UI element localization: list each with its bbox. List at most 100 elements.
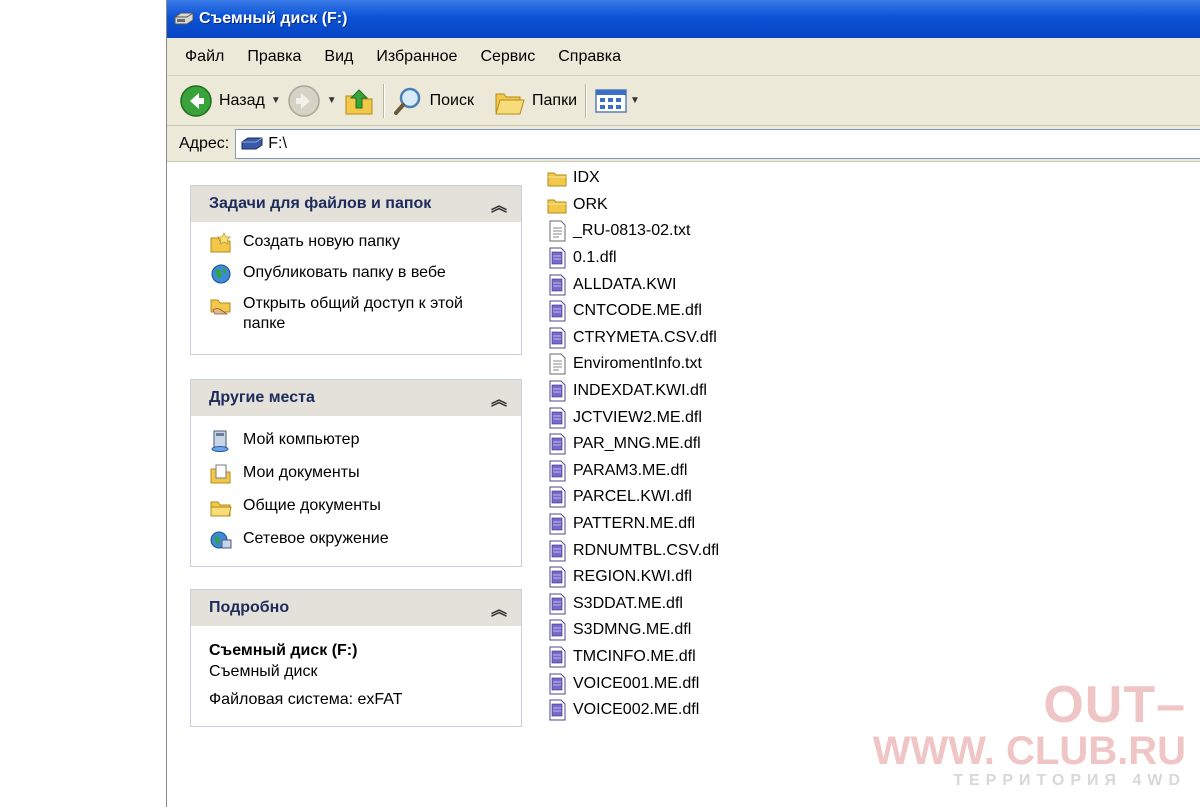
place-network-label: Сетевое окружение — [243, 530, 389, 547]
place-shared-documents[interactable]: Общие документы — [209, 496, 509, 518]
place-my-computer[interactable]: Мой компьютер — [209, 430, 509, 452]
file-name: CNTCODE.ME.dfl — [573, 302, 702, 320]
menu-file[interactable]: Файл — [185, 48, 224, 66]
dfl-file-icon — [549, 646, 566, 668]
file-item[interactable]: S3DMNG.ME.dfl — [547, 617, 719, 644]
file-item[interactable]: CTRYMETA.CSV.dfl — [547, 325, 719, 352]
file-name: PARAM3.ME.dfl — [573, 461, 688, 479]
address-field[interactable]: F:\ — [235, 128, 1200, 159]
search-button[interactable]: Поиск — [392, 85, 474, 117]
task-share-folder[interactable]: Открыть общий доступ к этой папке — [209, 294, 509, 334]
toolbar-separator — [585, 83, 586, 118]
place-my-computer-label: Мой компьютер — [243, 431, 360, 448]
views-icon — [595, 88, 627, 113]
place-my-documents[interactable]: Мои документы — [209, 463, 509, 485]
file-item[interactable]: PATTERN.ME.dfl — [547, 511, 719, 538]
file-name: S3DMNG.ME.dfl — [573, 621, 692, 639]
dfl-file-icon — [549, 327, 566, 349]
file-item[interactable]: INDEXDAT.KWI.dfl — [547, 378, 719, 405]
file-tasks-header[interactable]: Задачи для файлов и папок ︽ — [191, 186, 521, 222]
file-name: PAR_MNG.ME.dfl — [573, 435, 701, 453]
place-my-documents-label: Мои документы — [243, 464, 360, 481]
folder-item[interactable]: ORK — [547, 192, 719, 219]
file-name: VOICE001.ME.dfl — [573, 674, 700, 692]
collapse-chevron-icon[interactable]: ︽ — [491, 386, 507, 410]
dfl-file-icon — [549, 593, 566, 615]
file-item[interactable]: RDNUMTBL.CSV.dfl — [547, 537, 719, 564]
views-dropdown-icon: ▼ — [630, 95, 640, 106]
task-publish-web[interactable]: Опубликовать папку в вебе — [209, 263, 509, 285]
dfl-file-icon — [549, 699, 566, 721]
file-item[interactable]: VOICE001.ME.dfl — [547, 670, 719, 697]
back-label: Назад — [219, 91, 265, 109]
menu-bar: Файл Правка Вид Избранное Сервис Справка — [167, 38, 1200, 76]
globe-icon — [211, 264, 231, 284]
menu-tools[interactable]: Сервис — [480, 48, 535, 66]
menu-edit[interactable]: Правка — [247, 48, 301, 66]
details-filesystem: Файловая система: exFAT — [209, 691, 403, 708]
up-button[interactable] — [343, 84, 375, 118]
menu-help[interactable]: Справка — [558, 48, 621, 66]
forward-dropdown-icon[interactable]: ▼ — [327, 95, 337, 106]
file-name: ORK — [573, 195, 608, 213]
file-item[interactable]: S3DDAT.ME.dfl — [547, 591, 719, 618]
search-icon — [393, 87, 420, 115]
dfl-file-icon — [549, 673, 566, 695]
menu-favorites[interactable]: Избранное — [376, 48, 457, 66]
text-file-icon — [549, 353, 566, 375]
share-folder-icon — [210, 299, 231, 315]
folder-icon — [547, 199, 567, 214]
file-item[interactable]: PARAM3.ME.dfl — [547, 458, 719, 485]
forward-button[interactable] — [287, 84, 321, 118]
other-places-header[interactable]: Другие места ︽ — [191, 380, 521, 416]
file-name: VOICE002.ME.dfl — [573, 701, 700, 719]
file-item[interactable]: TMCINFO.ME.dfl — [547, 644, 719, 671]
collapse-chevron-icon[interactable]: ︽ — [491, 596, 507, 620]
views-button[interactable]: ▼ — [594, 87, 646, 115]
details-header[interactable]: Подробно ︽ — [191, 590, 521, 626]
place-network[interactable]: Сетевое окружение — [209, 529, 509, 551]
dfl-file-icon — [549, 247, 566, 269]
watermark: OUT– WWW. CLUB.RU ТЕРРИТОРИЯ 4WD — [873, 679, 1186, 789]
task-share-folder-label: Открыть общий доступ к этой папке — [243, 295, 463, 332]
file-item[interactable]: _RU-0813-02.txt — [547, 218, 719, 245]
file-name: INDEXDAT.KWI.dfl — [573, 382, 707, 400]
window-title: Съемный диск (F:) — [199, 10, 348, 27]
back-dropdown-icon[interactable]: ▼ — [271, 95, 281, 106]
file-name: S3DDAT.ME.dfl — [573, 594, 683, 612]
menu-view[interactable]: Вид — [324, 48, 353, 66]
file-item[interactable]: PAR_MNG.ME.dfl — [547, 431, 719, 458]
title-bar[interactable]: Съемный диск (F:) — [167, 0, 1200, 38]
file-item[interactable]: REGION.KWI.dfl — [547, 564, 719, 591]
file-item[interactable]: JCTVIEW2.ME.dfl — [547, 404, 719, 431]
back-button[interactable]: Назад — [179, 84, 265, 118]
shared-documents-icon — [210, 501, 232, 517]
file-name: ALLDATA.KWI — [573, 275, 677, 293]
search-label: Поиск — [429, 91, 474, 109]
collapse-chevron-icon[interactable]: ︽ — [491, 192, 507, 216]
folders-button[interactable]: Папки — [494, 86, 577, 116]
dfl-file-icon — [549, 540, 566, 562]
other-places-title: Другие места — [209, 389, 315, 406]
task-new-folder[interactable]: Создать новую папку — [209, 232, 509, 254]
file-item[interactable]: EnviromentInfo.txt — [547, 351, 719, 378]
other-places-panel: Другие места ︽ Мой компьютер Мои докумен… — [190, 379, 522, 567]
back-arrow-icon — [180, 84, 212, 117]
task-publish-web-label: Опубликовать папку в вебе — [243, 264, 446, 281]
toolbar-separator — [382, 83, 384, 118]
my-computer-icon — [211, 430, 229, 452]
folder-up-icon — [345, 88, 373, 114]
drive-icon — [241, 137, 263, 149]
file-item[interactable]: 0.1.dfl — [547, 245, 719, 272]
file-name: PARCEL.KWI.dfl — [573, 488, 692, 506]
file-item[interactable]: CNTCODE.ME.dfl — [547, 298, 719, 325]
folder-item[interactable]: IDX — [547, 165, 719, 192]
file-item[interactable]: VOICE002.ME.dfl — [547, 697, 719, 724]
watermark-line1: OUT– — [1043, 676, 1186, 734]
file-item[interactable]: ALLDATA.KWI — [547, 271, 719, 298]
file-item[interactable]: PARCEL.KWI.dfl — [547, 484, 719, 511]
dfl-file-icon — [549, 619, 566, 641]
file-name: EnviromentInfo.txt — [573, 355, 702, 373]
details-title: Подробно — [209, 599, 290, 616]
details-name: Съемный диск (F:) — [209, 642, 358, 659]
